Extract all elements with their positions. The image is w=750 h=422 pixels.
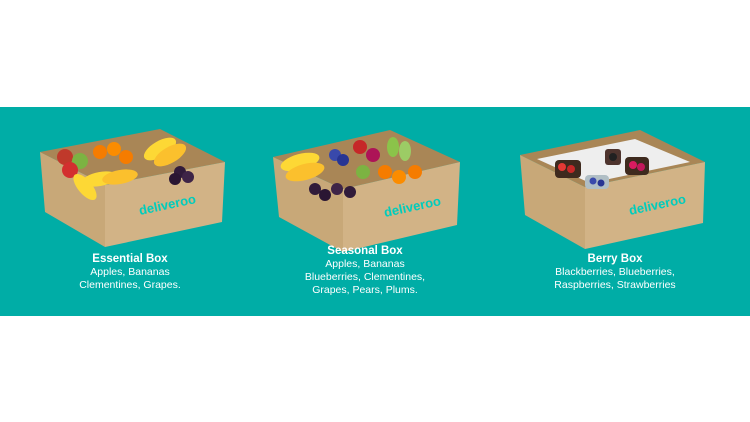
product-caption: Essential Box Apples, Bananas Clementine… [30, 252, 230, 292]
essential-box-image: deliveroo [40, 129, 225, 247]
product-essential-box[interactable]: deliveroo Essential Box Apples, Bananas … [30, 107, 230, 316]
product-caption: Berry Box Blackberries, Blueberries, Ras… [515, 252, 715, 292]
product-description-line: Apples, Bananas [325, 258, 405, 270]
product-seasonal-box[interactable]: deliveroo Seasonal Box Apples, Bananas B… [265, 107, 465, 316]
product-title: Berry Box [587, 253, 643, 265]
product-description-line: Apples, Bananas [90, 266, 170, 278]
product-description-line: Raspberries, Strawberries [554, 279, 676, 291]
seasonal-box-image: deliveroo [273, 130, 460, 252]
product-description-line: Grapes, Pears, Plums. [312, 284, 418, 296]
product-banner: deliveroo Essential Box Apples, Bananas … [0, 107, 750, 316]
product-caption: Seasonal Box Apples, Bananas Blueberries… [265, 244, 465, 297]
product-title: Seasonal Box [327, 245, 403, 257]
product-description-line: Blueberries, Clementines, [304, 271, 426, 283]
product-berry-box[interactable]: deliveroo Berry Box Blackberries, Bluebe… [515, 107, 715, 316]
product-description-line: Clementines, Grapes. [79, 279, 181, 291]
berry-box-image: deliveroo [520, 130, 705, 249]
product-title: Essential Box [92, 253, 168, 265]
product-description-line: Blackberries, Blueberries, [555, 266, 675, 278]
